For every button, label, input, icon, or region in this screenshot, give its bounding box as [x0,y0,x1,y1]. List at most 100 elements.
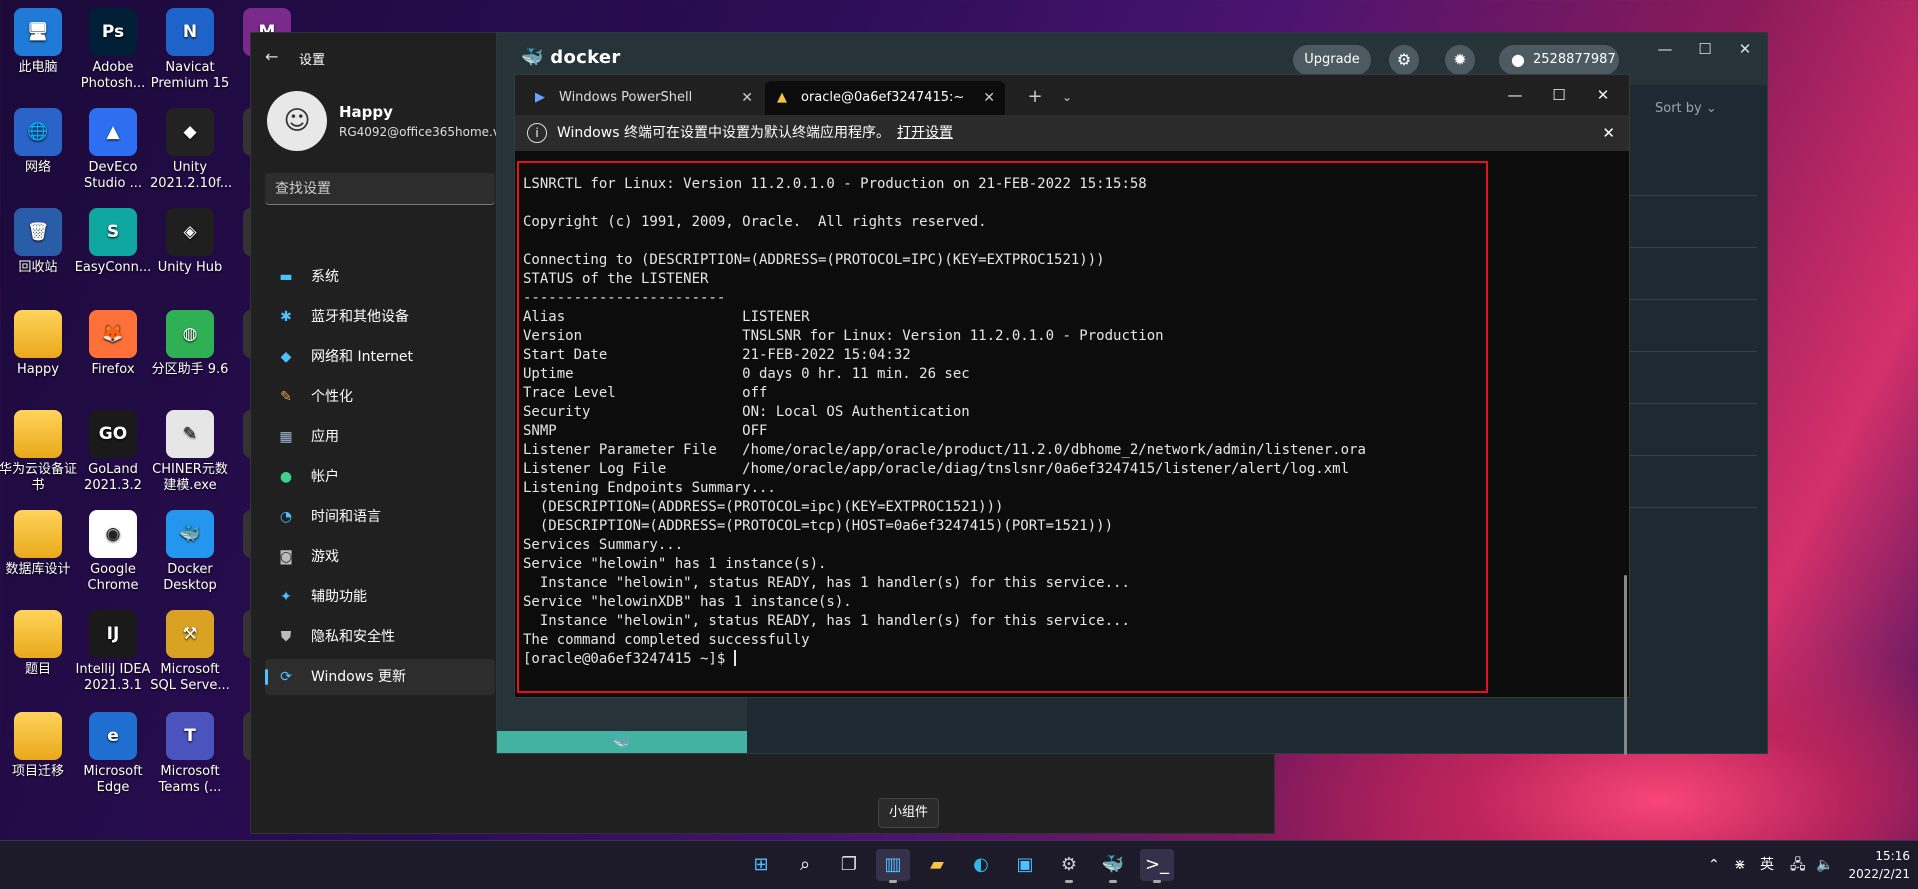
desktop-icon[interactable]: GO GoLand 2021.3.2 [73,410,153,494]
terminal-icon[interactable]: >_ [1140,849,1174,883]
volume-icon[interactable]: 🔈 [1816,841,1833,889]
settings-nav-item[interactable]: ✎ 个性化 [265,379,495,415]
nav-label: 网络和 Internet [311,349,414,365]
app-icon: Ps [89,8,137,56]
desktop-icon[interactable]: 项目迁移 [0,712,78,780]
scrollbar[interactable] [1624,575,1627,755]
user-account-button[interactable]: 2528877987 [1499,45,1619,75]
info-bar: i Windows 终端可在设置中设置为默认终端应用程序。 打开设置 ✕ [515,115,1629,151]
console-line: Services Summary... [523,537,684,553]
folder-icon [14,712,62,760]
close-tab-icon[interactable]: ✕ [741,81,753,115]
desktop-icon-label: 回收站 [18,260,58,275]
settings-nav-item[interactable]: ◆ 网络和 Internet [265,339,495,375]
app-icon: GO [89,410,137,458]
minimize-button[interactable]: — [1493,83,1537,107]
nav-icon: ✎ [280,389,292,405]
search-icon[interactable]: ⌕ [788,849,822,881]
settings-nav-item[interactable]: ✦ 辅助功能 [265,579,495,615]
avatar[interactable]: ☺ [267,91,327,151]
task-view-icon[interactable]: ❐ [832,849,866,881]
folder-icon [14,410,62,458]
console-line: Alias LISTENER [523,309,810,325]
close-tab-icon[interactable]: ✕ [983,81,995,115]
settings-nav-item[interactable]: ⟳ Windows 更新 [265,659,495,695]
desktop-icon[interactable]: ◉ Google Chrome [73,510,153,594]
settings-nav-item[interactable]: ▬ 系统 [265,259,495,295]
docker-icon[interactable]: 🐳 [1096,849,1130,883]
console-line: Connecting to (DESCRIPTION=(ADDRESS=(PRO… [523,252,1105,268]
open-settings-link[interactable]: 打开设置 [897,115,953,151]
close-icon[interactable]: ✕ [1602,115,1615,151]
desktop-icon[interactable]: ◆ Unity 2021.2.10f... [150,108,232,192]
nav-icon: ◔ [279,509,293,525]
bug-icon[interactable]: ✹ [1445,45,1475,75]
tab-oracle-shell[interactable]: ▲ oracle@0a6ef3247415:~ ✕ [765,81,1005,115]
console-line: Instance "helowin", status READY, has 1 … [539,575,1130,591]
nav-label: 应用 [311,429,339,445]
desktop-icon[interactable]: IJ IntelliJ IDEA 2021.3.1 [73,610,153,694]
desktop-icon[interactable]: N Navicat Premium 15 [150,8,230,92]
chevron-up-icon[interactable]: ⌃ [1708,841,1720,889]
desktop-icon[interactable]: ◈ Unity Hub [150,208,230,276]
desktop-icon[interactable]: ✎ CHINER元数建模.exe [150,410,230,494]
edge-icon[interactable]: ◐ [964,849,998,881]
desktop-icon[interactable]: 🖥 此电脑 [0,8,78,76]
desktop-icon[interactable]: Ps Adobe Photosh... [73,8,153,92]
desktop-icon[interactable]: 🌐 网络 [0,108,78,176]
settings-icon[interactable]: ⚙ [1052,849,1086,883]
desktop-icon[interactable]: T Microsoft Teams (... [150,712,230,796]
desktop-icon-label: CHINER元数建模.exe [152,462,228,493]
close-button[interactable]: ✕ [1581,83,1625,107]
settings-search-input[interactable]: 查找设置 [265,173,495,205]
desktop-icon[interactable]: 🦊 Firefox [73,310,153,378]
ime-language[interactable]: 英 [1760,841,1774,889]
desktop-icon[interactable]: e Microsoft Edge [73,712,153,796]
console-line: Listener Log File /home/oracle/app/oracl… [523,461,1350,477]
desktop-icon[interactable]: S EasyConn... [73,208,153,276]
settings-nav-item[interactable]: ✱ 蓝牙和其他设备 [265,299,495,335]
new-tab-button[interactable]: + [1021,83,1049,111]
settings-nav-item[interactable]: ▦ 应用 [265,419,495,455]
desktop-icon[interactable]: Happy [0,310,78,378]
store-icon[interactable]: ▣ [1008,849,1042,881]
sort-by-dropdown[interactable]: Sort by ⌄ [1655,101,1717,116]
ime-mode-icon[interactable]: ⋇ [1734,841,1746,889]
widgets-icon[interactable]: ▥ [876,849,910,883]
nav-icon: ◙ [279,549,293,565]
desktop-icon[interactable]: 题目 [0,610,78,678]
nav-label: 帐户 [311,469,339,485]
settings-nav-item[interactable]: ◙ 游戏 [265,539,495,575]
nav-icon: ● [279,469,293,485]
tab-windows-powershell[interactable]: ▶ Windows PowerShell ✕ [523,81,763,115]
desktop-icon[interactable]: 🗑 回收站 [0,208,78,276]
gear-icon[interactable]: ⚙ [1389,45,1419,75]
docker-status-bar[interactable]: 🐳 [497,731,747,753]
minimize-button[interactable]: — [1647,37,1683,61]
desktop-icon[interactable]: 数据库设计 [0,510,78,578]
desktop-icon[interactable]: 华为云设备证书 [0,410,78,494]
settings-nav-item[interactable]: ● 帐户 [265,459,495,495]
maximize-button[interactable]: ☐ [1687,37,1723,61]
desktop-icon-label: Happy [17,362,59,377]
start-icon[interactable]: ⊞ [744,849,778,881]
terminal-output[interactable]: LSNRCTL for Linux: Version 11.2.0.1.0 - … [523,175,1366,669]
close-button[interactable]: ✕ [1727,37,1763,61]
file-explorer-icon[interactable]: ▰ [920,849,954,881]
maximize-button[interactable]: ☐ [1537,83,1581,107]
desktop-icon-label: 网络 [24,160,51,175]
desktop-icon[interactable]: 🐳 Docker Desktop [150,510,230,594]
back-arrow-icon[interactable]: ← [265,47,278,66]
desktop-icon[interactable]: ⚒ Microsoft SQL Serve... [150,610,230,694]
desktop-icon[interactable]: ▲ DevEco Studio ... [73,108,153,192]
system-clock[interactable]: 15:16 2022/2/21 [1848,847,1910,883]
upgrade-button[interactable]: Upgrade [1293,45,1371,75]
console-line: Listener Parameter File /home/oracle/app… [523,442,1366,458]
settings-nav-item[interactable]: ⛊ 隐私和安全性 [265,619,495,655]
nav-label: 游戏 [311,549,339,565]
chevron-down-icon[interactable]: ⌄ [1053,83,1081,111]
network-icon[interactable]: 🖧 [1790,841,1806,889]
settings-nav-item[interactable]: ◔ 时间和语言 [265,499,495,535]
console-line: (DESCRIPTION=(ADDRESS=(PROTOCOL=ipc)(KEY… [539,499,1004,515]
desktop-icon[interactable]: ◍ 分区助手 9.6 [150,310,230,378]
